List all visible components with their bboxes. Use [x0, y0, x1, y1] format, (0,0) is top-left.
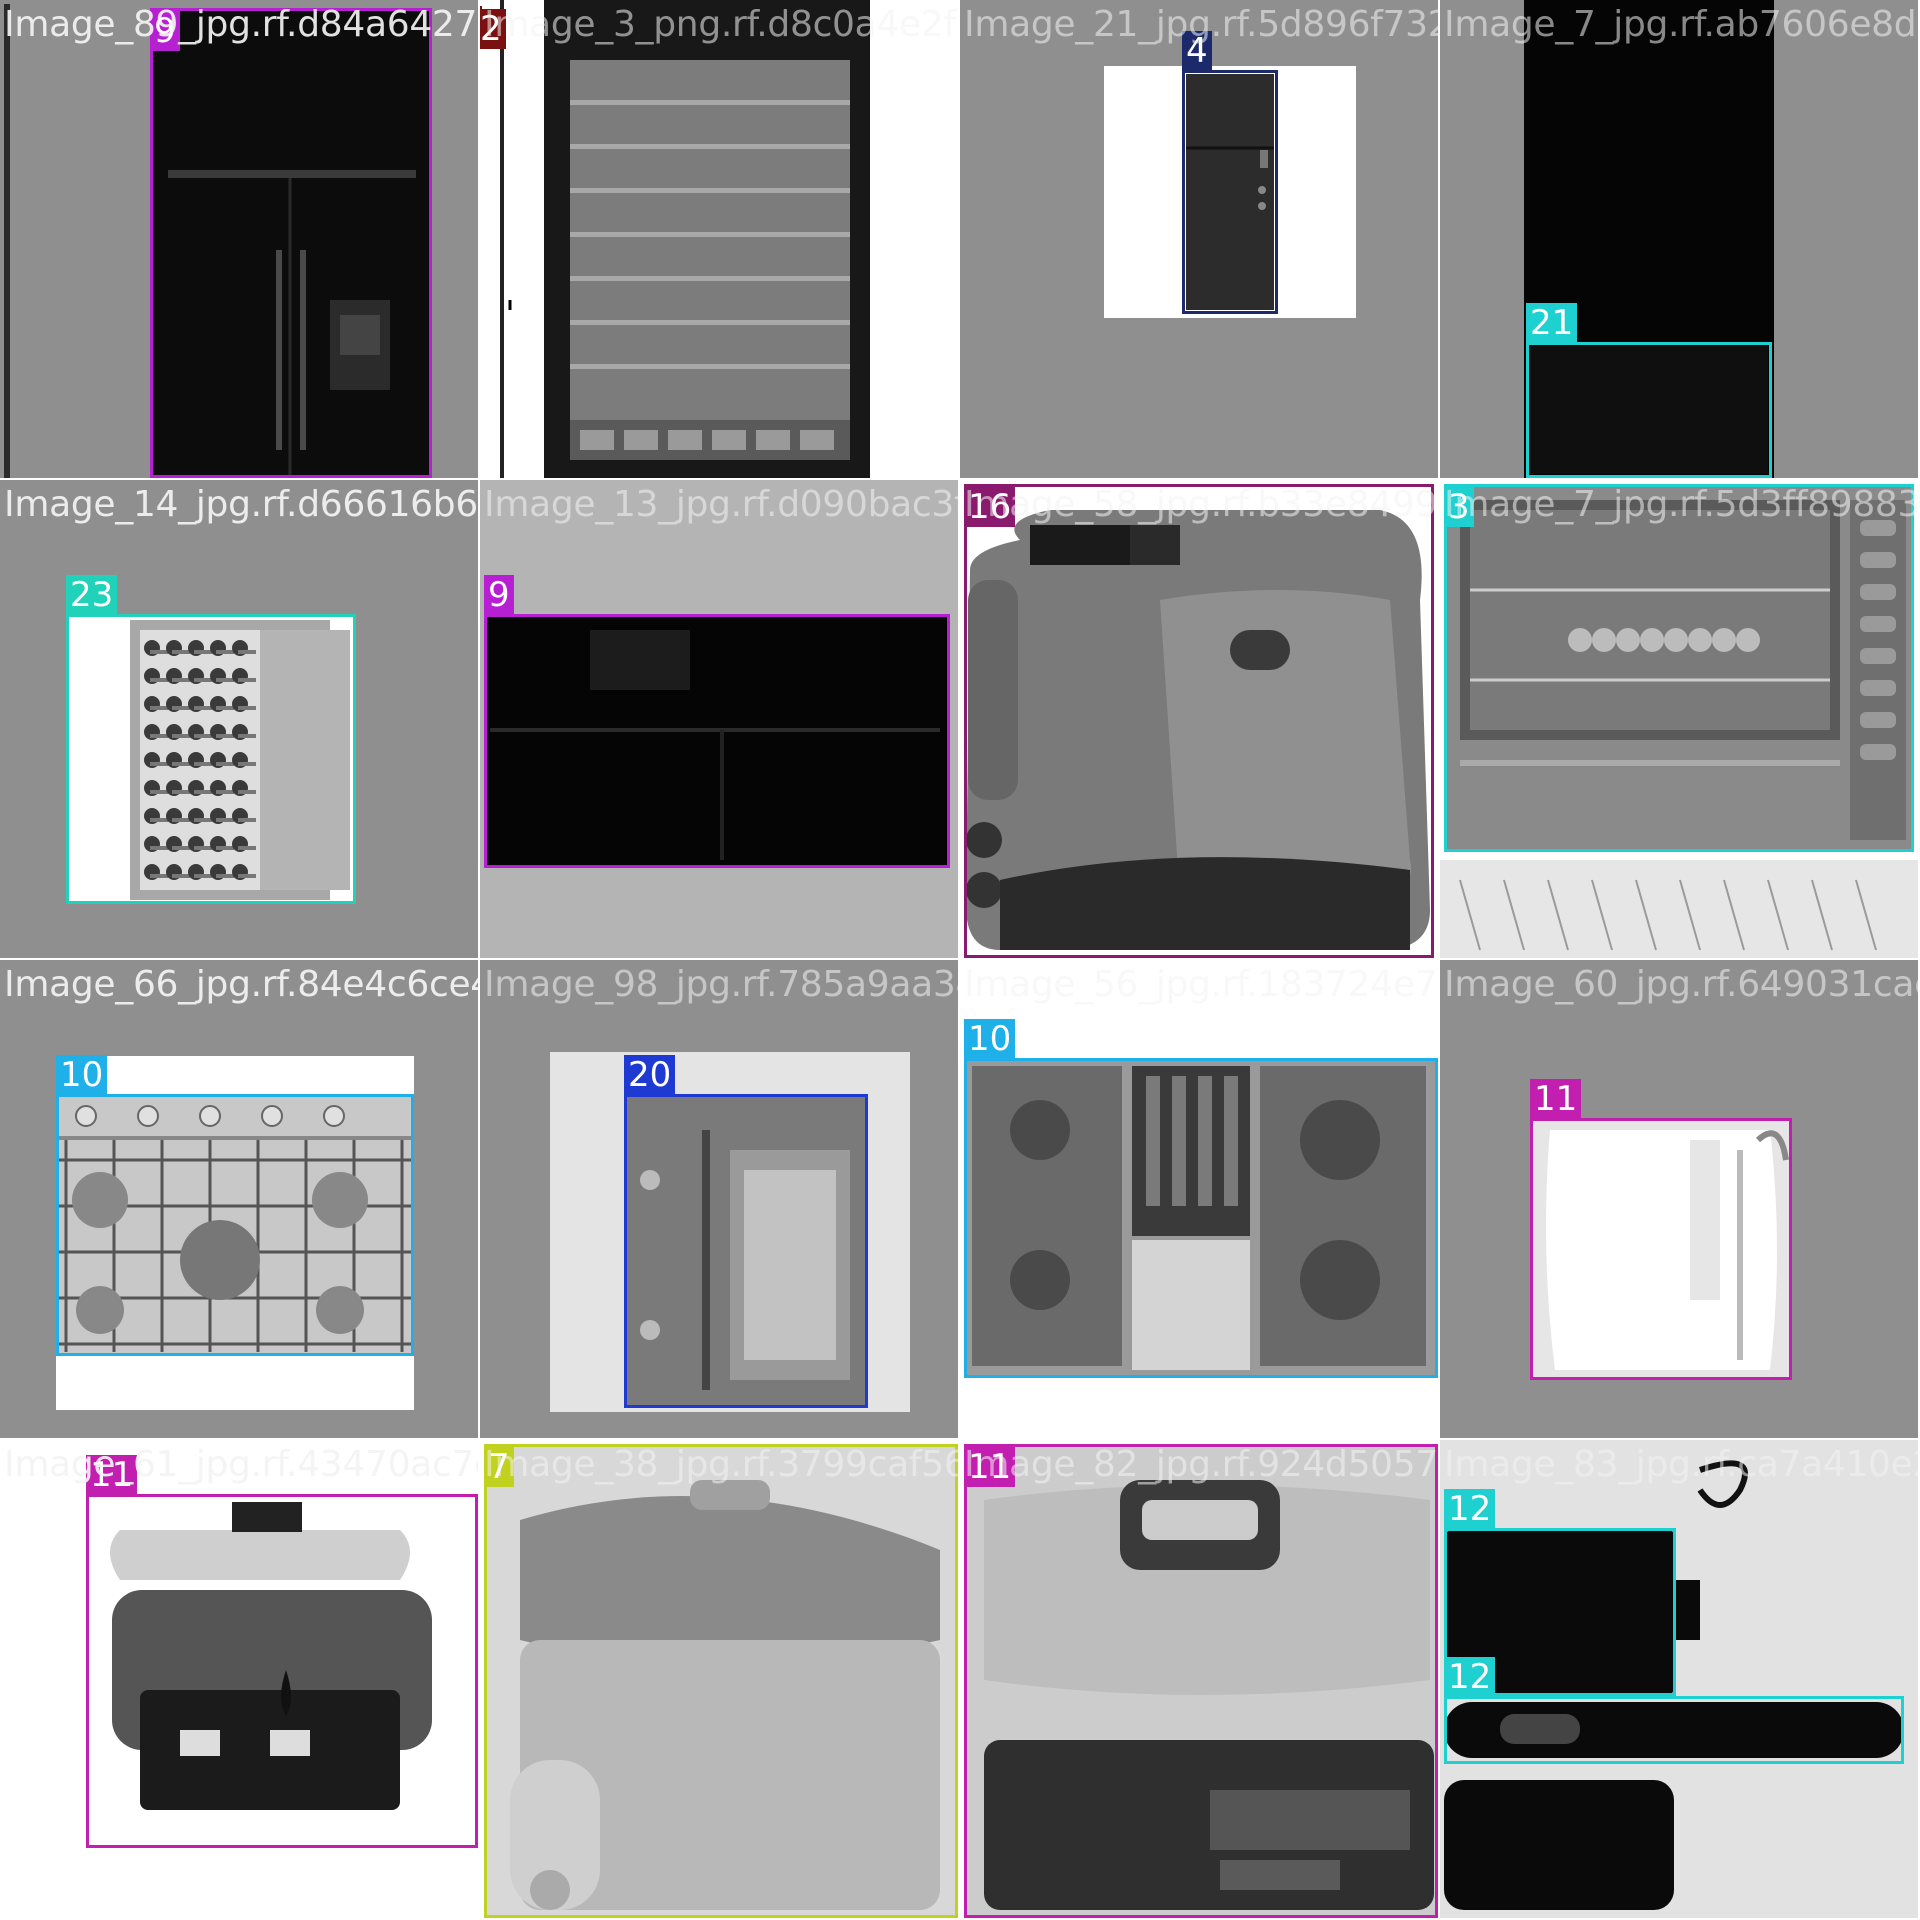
class-label: 20: [624, 1055, 676, 1095]
image-filename: Image_98_jpg.rf.785a9aa34d5f8c5610546118…: [484, 964, 958, 1005]
detection-box: 10: [56, 1055, 414, 1356]
mosaic-tile: 21 Image_7_jpg.rf.ab7606e8d2e9d4e13c0e41a…: [1440, 0, 1918, 478]
mosaic-tile: 11 Image_60_jpg.rf.649031cae9a4eb7bb3f2a6…: [1440, 960, 1918, 1438]
mosaic-tile: 11Image_82_jpg.rf.924d50570de2a9c8a4c71e…: [960, 1440, 1438, 1918]
class-label: 10: [56, 1055, 108, 1095]
mosaic-tile: 2Image_3_png.rf.d8c0a4e2f1b9a3c75e0cbc1c…: [480, 0, 958, 478]
detection-box: 21: [1526, 303, 1772, 478]
class-label: 23: [66, 575, 118, 615]
image-filename: Image_66_jpg.rf.84e4c6ce41e172b98e5db778…: [4, 964, 478, 1005]
class-label: 11: [1530, 1079, 1582, 1119]
detection-box: 11: [86, 1455, 478, 1848]
detection-box: 16: [964, 484, 1434, 958]
image-filename: Image_61_jpg.rf.43470ac7ea3503a76a0c75a3…: [4, 1444, 478, 1485]
image-filename: Image_38_jpg.rf.3799caf56cb4337a5260cfa9…: [484, 1444, 958, 1485]
image-filename: Image_7_jpg.rf.ab7606e8d2e9d4e13c0e41a1b…: [1444, 4, 1918, 45]
detection-box: 9: [484, 575, 950, 868]
image-filename: Image_3_png.rf.d8c0a4e2f1b9a3c75e0cbc1c4…: [484, 4, 958, 45]
mosaic-tile: 10 Image_56_jpg.rf.183724e78caf8b43c60d3a…: [960, 960, 1438, 1438]
class-label: 9: [484, 575, 514, 615]
class-label: 12: [1444, 1657, 1496, 1697]
mosaic-tile: 10 Image_66_jpg.rf.84e4c6ce41e172b98e5db7…: [0, 960, 478, 1438]
mosaic-tile: 11Image_61_jpg.rf.43470ac7ea3503a76a0c75…: [0, 1440, 478, 1918]
class-label: 10: [964, 1019, 1016, 1059]
mosaic-tile: 1212Image_83_jpg.rf.ca7a410e2c0d01c5e9b3…: [1440, 1440, 1918, 1918]
image-filename: Image_21_jpg.rf.5d896f7325f7a8e2f31d0cb3…: [964, 4, 1438, 45]
mosaic-tile: 4Image_21_jpg.rf.5d896f7325f7a8e2f31d0cb…: [960, 0, 1438, 478]
detection-box: 3: [1444, 484, 1914, 852]
class-label: 12: [1444, 1489, 1496, 1529]
detection-box: 9: [150, 8, 432, 478]
image-filename: Image_60_jpg.rf.649031cae9a4eb7bb3f2a6c9…: [1444, 964, 1918, 1005]
image-filename: Image_82_jpg.rf.924d50570de2a9c8a4c71e2c…: [964, 1444, 1438, 1485]
detection-box: 4: [1182, 31, 1278, 314]
class-label: 21: [1526, 303, 1578, 343]
mosaic-tile: 7Image_38_jpg.rf.3799caf56cb4337a5260cfa…: [480, 1440, 958, 1918]
image-filename: Image_14_jpg.rf.d66616b62313b5813e7a31cd…: [4, 484, 478, 525]
image-filename: Image_56_jpg.rf.183724e78caf8b43c60d3a74…: [964, 964, 1438, 1005]
detection-box: 10: [964, 1019, 1438, 1378]
image-filename: Image_7_jpg.rf.5d3ff8988319783a4eab9f2c1…: [1444, 484, 1918, 525]
mosaic-tile: 16Image_58_jpg.rf.b33e8499e18a4d7d0b8a2b…: [960, 480, 1438, 958]
appliance-photo: [500, 0, 870, 478]
mosaic-tile: 3Image_7_jpg.rf.5d3ff8988319783a4eab9f2c…: [1440, 480, 1918, 958]
detection-box: 11: [964, 1444, 1438, 1918]
image-filename: Image_58_jpg.rf.b33e8499e18a4d7d0b8a2b9e…: [964, 484, 1438, 525]
detection-box: 2: [480, 6, 506, 49]
detection-mosaic: 9Image_89_jpg.rf.d84a642713b2e4d3f529006…: [0, 0, 1920, 1920]
mosaic-tile: 23 Image_14_jpg.rf.d66616b62313b5813e7a31…: [0, 480, 478, 958]
image-filename: Image_83_jpg.rf.ca7a410e2c0d01c5e9b3a7f0…: [1444, 1444, 1918, 1485]
detection-box: 7: [484, 1444, 958, 1918]
image-filename: Image_13_jpg.rf.d090bac3fd6628c0c21b7f3e…: [484, 484, 958, 525]
mosaic-tile: 9 Image_13_jpg.rf.d090bac3fd6628c0c21b7f3…: [480, 480, 958, 958]
detection-box: 20: [624, 1055, 868, 1408]
image-filename: Image_89_jpg.rf.d84a642713b2e4d3f5290065…: [4, 4, 478, 45]
detection-box: 12: [1444, 1657, 1904, 1764]
mosaic-tile: 9Image_89_jpg.rf.d84a642713b2e4d3f529006…: [0, 0, 478, 478]
detection-box: 11: [1530, 1079, 1792, 1380]
mosaic-tile: 20 Image_98_jpg.rf.785a9aa34d5f8c56105461…: [480, 960, 958, 1438]
detection-box: 23: [66, 575, 356, 904]
